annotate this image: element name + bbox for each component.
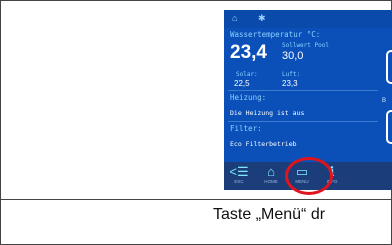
nav-esc-label: ESC (234, 179, 244, 184)
home-icon[interactable]: ⌂ (232, 13, 237, 23)
menu-highlight-circle (285, 157, 333, 195)
side-button-lower[interactable] (386, 110, 392, 144)
air-value: 23,3 (282, 79, 298, 88)
nav-home-label: HOME (264, 179, 278, 184)
home-icon: ⌂ (267, 164, 275, 179)
separator (228, 121, 378, 122)
pump-icon[interactable]: ✱ (258, 13, 266, 24)
caption-divider (0, 199, 392, 200)
filter-status: Eco Filterbetrieb (230, 140, 297, 148)
solar-label: Solar: (236, 71, 258, 78)
water-temperature-value: 23,4 (230, 42, 267, 63)
setpoint-value[interactable]: 30,0 (282, 50, 303, 62)
heating-label: Heizung: (230, 93, 267, 102)
water-temperature-label: Wassertemperatur °C: (230, 30, 321, 39)
setpoint-label: Sollwert Pool (282, 42, 329, 49)
nav-home-button[interactable]: ⌂ HOME (258, 164, 284, 188)
side-label: B (382, 98, 387, 104)
separator (228, 90, 378, 91)
air-label: Luft: (282, 71, 301, 78)
status-bar: ⌂ ✱ (224, 10, 392, 28)
back-icon: <☰ (229, 164, 249, 179)
nav-esc-button[interactable]: <☰ ESC (226, 164, 252, 188)
filter-label: Filter: (230, 124, 262, 133)
solar-value: 22,5 (234, 79, 250, 88)
side-button-upper[interactable] (386, 50, 392, 84)
instruction-caption: Taste „Menü“ dr (213, 206, 326, 223)
heating-status: Die Heizung ist aus (230, 109, 305, 117)
